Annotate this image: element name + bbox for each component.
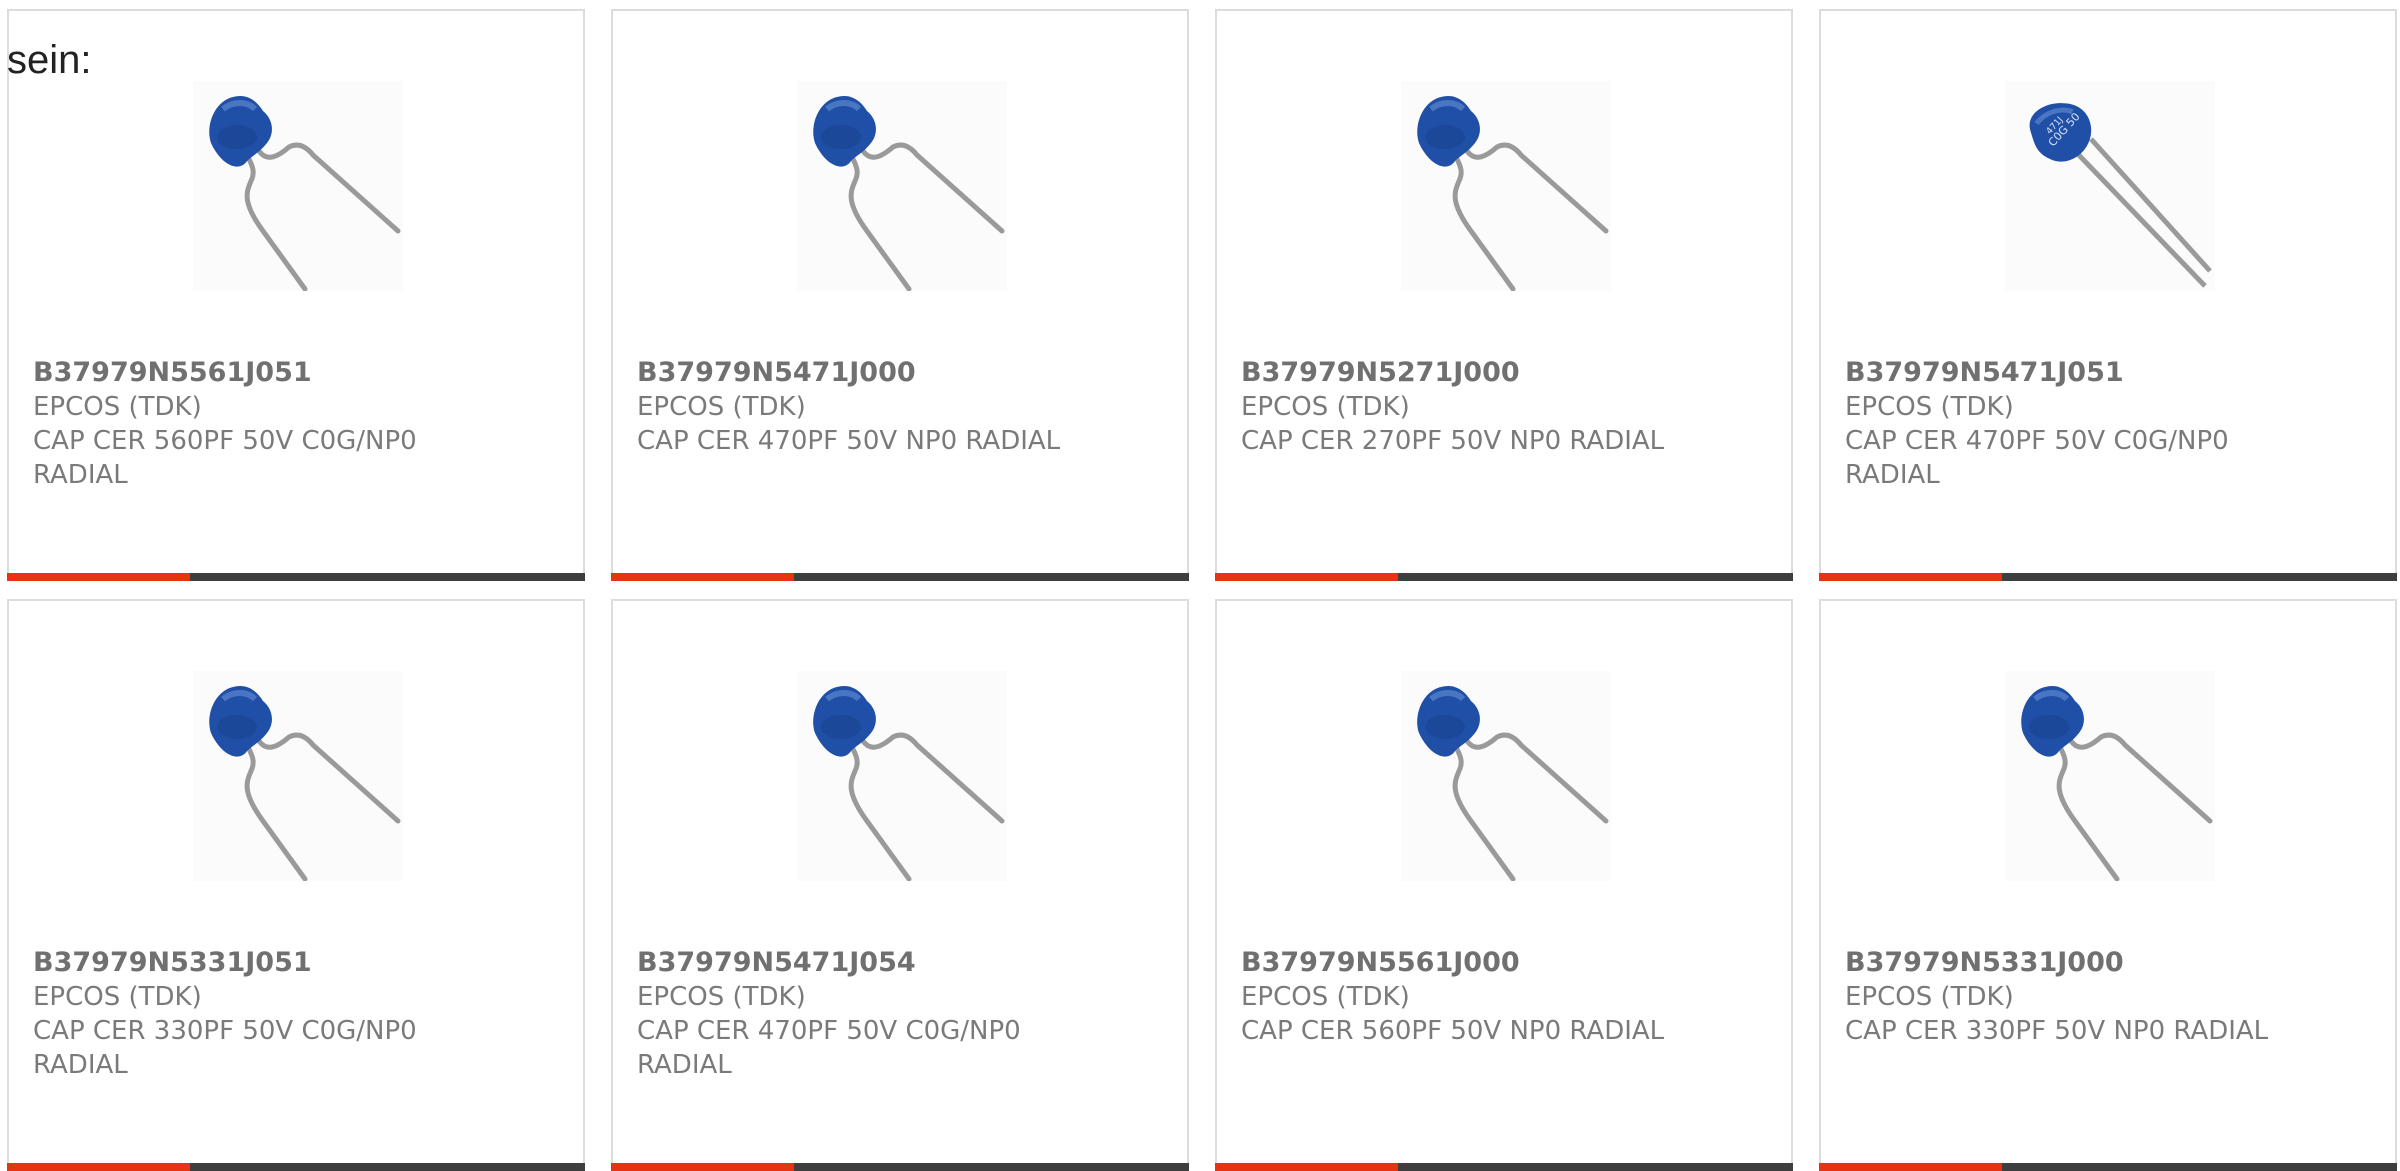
product-image[interactable] bbox=[193, 671, 403, 881]
card-accent-bar bbox=[7, 1163, 585, 1171]
description: CAP CER 560PF 50V NP0 RADIAL bbox=[1241, 1016, 1665, 1046]
product-card[interactable]: B37979N5561J000 EPCOS (TDK) CAP CER 560P… bbox=[1215, 599, 1793, 1171]
card-accent-bar bbox=[7, 573, 585, 581]
product-card[interactable]: B37979N5271J000 EPCOS (TDK) CAP CER 270P… bbox=[1215, 9, 1793, 581]
description: CAP CER 470PF 50V NP0 RADIAL bbox=[637, 426, 1061, 456]
description: CAP CER 270PF 50V NP0 RADIAL bbox=[1241, 426, 1665, 456]
card-accent-bar bbox=[1819, 573, 2397, 581]
product-card[interactable]: B37979N5331J000 EPCOS (TDK) CAP CER 330P… bbox=[1819, 599, 2397, 1171]
card-accent-bar bbox=[1819, 1163, 2397, 1171]
part-number[interactable]: B37979N5331J051 bbox=[33, 946, 563, 980]
card-accent-segment bbox=[7, 1163, 190, 1171]
card-accent-segment bbox=[1819, 1163, 2002, 1171]
part-number[interactable]: B37979N5561J051 bbox=[33, 356, 563, 390]
card-accent-bar bbox=[1215, 573, 1793, 581]
card-accent-segment bbox=[611, 1163, 794, 1171]
product-card[interactable]: B37979N5471J000 EPCOS (TDK) CAP CER 470P… bbox=[611, 9, 1189, 581]
product-image[interactable] bbox=[193, 81, 403, 291]
product-card[interactable]: B37979N5331J051 EPCOS (TDK) CAP CER 330P… bbox=[7, 599, 585, 1171]
manufacturer: EPCOS (TDK) bbox=[637, 982, 806, 1012]
part-number[interactable]: B37979N5561J000 bbox=[1241, 946, 1771, 980]
product-image[interactable]: C0G 50 471J bbox=[2005, 81, 2215, 291]
description: CAP CER 470PF 50V C0G/NP0 RADIAL bbox=[637, 1016, 1021, 1080]
card-accent-bar bbox=[611, 1163, 1189, 1171]
description: CAP CER 470PF 50V C0G/NP0 RADIAL bbox=[1845, 426, 2229, 490]
manufacturer: EPCOS (TDK) bbox=[1241, 982, 1410, 1012]
intro-text: sein: bbox=[7, 38, 92, 82]
card-accent-bar bbox=[611, 573, 1189, 581]
product-card[interactable]: B37979N5471J054 EPCOS (TDK) CAP CER 470P… bbox=[611, 599, 1189, 1171]
manufacturer: EPCOS (TDK) bbox=[33, 982, 202, 1012]
manufacturer: EPCOS (TDK) bbox=[33, 392, 202, 422]
card-accent-segment bbox=[7, 573, 190, 581]
card-accent-segment bbox=[1215, 573, 1398, 581]
card-accent-segment bbox=[611, 573, 794, 581]
part-number[interactable]: B37979N5471J051 bbox=[1845, 356, 2375, 390]
manufacturer: EPCOS (TDK) bbox=[1845, 392, 2014, 422]
product-card[interactable]: C0G 50 471J B37979N5471J051 EPCOS (TDK) C… bbox=[1819, 9, 2397, 581]
card-accent-segment bbox=[1215, 1163, 1398, 1171]
product-image[interactable] bbox=[2005, 671, 2215, 881]
part-number[interactable]: B37979N5271J000 bbox=[1241, 356, 1771, 390]
product-image[interactable] bbox=[1401, 671, 1611, 881]
product-image[interactable] bbox=[797, 81, 1007, 291]
card-accent-segment bbox=[1819, 573, 2002, 581]
description: CAP CER 330PF 50V NP0 RADIAL bbox=[1845, 1016, 2269, 1046]
part-number[interactable]: B37979N5471J000 bbox=[637, 356, 1167, 390]
manufacturer: EPCOS (TDK) bbox=[1241, 392, 1410, 422]
card-accent-bar bbox=[1215, 1163, 1793, 1171]
product-image[interactable] bbox=[797, 671, 1007, 881]
description: CAP CER 330PF 50V C0G/NP0 RADIAL bbox=[33, 1016, 417, 1080]
description: CAP CER 560PF 50V C0G/NP0 RADIAL bbox=[33, 426, 417, 490]
product-image[interactable] bbox=[1401, 81, 1611, 291]
manufacturer: EPCOS (TDK) bbox=[1845, 982, 2014, 1012]
part-number[interactable]: B37979N5471J054 bbox=[637, 946, 1167, 980]
part-number[interactable]: B37979N5331J000 bbox=[1845, 946, 2375, 980]
manufacturer: EPCOS (TDK) bbox=[637, 392, 806, 422]
product-card[interactable]: B37979N5561J051 EPCOS (TDK) CAP CER 560P… bbox=[7, 9, 585, 581]
